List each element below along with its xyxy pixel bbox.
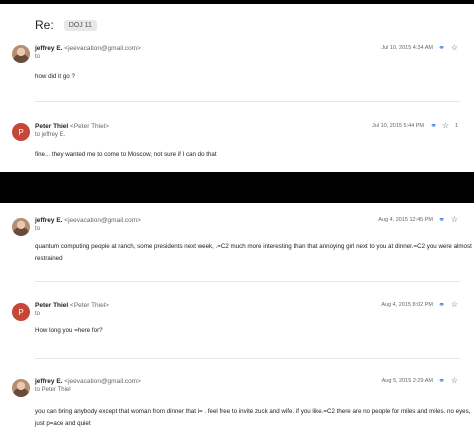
link-icon[interactable]: ⚭	[438, 215, 445, 225]
link-icon[interactable]: ⚭	[438, 376, 445, 386]
recipient-line: to jeffrey E.	[35, 132, 66, 138]
sender-email: <Peter Thiel>	[70, 302, 109, 309]
star-icon[interactable]: ☆	[442, 121, 449, 131]
message-body: How long you =here for?	[35, 327, 103, 334]
sender-email: <Peter Thiel>	[70, 123, 109, 130]
subject-row: Re: DOJ 11	[35, 18, 97, 32]
divider	[35, 281, 460, 282]
subject-text: Re:	[35, 18, 54, 32]
message-body: fine... they wanted me to come to Moscow…	[35, 151, 217, 158]
message-body-line-2: restrained	[35, 255, 63, 262]
avatar	[12, 218, 30, 236]
sender-line: Peter Thiel <Peter Thiel>	[35, 123, 109, 130]
recipient-line: to	[35, 54, 41, 60]
thread-panel-top: Re: DOJ 11 jeffrey E. <jeevacation@gmail…	[0, 4, 474, 172]
sender-name: jeffrey E.	[35, 217, 63, 224]
sender-email: <jeevacation@gmail.com>	[64, 378, 141, 385]
thread-panel-bottom: jeffrey E. <jeevacation@gmail.com> to Au…	[0, 203, 474, 440]
message-date: Aug 4, 2015 8:02 PM	[381, 302, 433, 308]
avatar	[12, 45, 30, 63]
avatar	[12, 379, 30, 397]
recipient-line: to	[35, 226, 41, 232]
sender-email: <jeevacation@gmail.com>	[64, 45, 141, 52]
message-body: how did it go ?	[35, 73, 75, 80]
link-icon[interactable]: ⚭	[438, 43, 445, 53]
divider	[35, 101, 460, 102]
sender-line: Peter Thiel <Peter Thiel>	[35, 302, 109, 309]
sender-name: Peter Thiel	[35, 302, 69, 309]
sender-name: Peter Thiel	[35, 123, 69, 130]
star-icon[interactable]: ☆	[451, 43, 458, 53]
recipient-line: to Peter Thiel	[35, 387, 71, 393]
star-icon[interactable]: ☆	[451, 376, 458, 386]
link-icon[interactable]: ⚭	[438, 300, 445, 310]
link-icon[interactable]: ⚭	[430, 121, 437, 131]
star-count: 1	[454, 123, 458, 129]
recipient-line: to	[35, 311, 41, 317]
sender-name: jeffrey E.	[35, 45, 63, 52]
message-date: Aug 5, 2015 2:29 AM	[381, 378, 433, 384]
message-body-line-2: just p=ace and quiet	[35, 420, 91, 427]
avatar: P	[12, 303, 30, 321]
message-date: Jul 10, 2015 5:44 PM	[372, 123, 424, 129]
divider	[35, 358, 460, 359]
message-body-line-1: you can bring anybody except that woman …	[35, 408, 471, 415]
star-icon[interactable]: ☆	[451, 300, 458, 310]
sender-email: <jeevacation@gmail.com>	[64, 217, 141, 224]
sender-line: jeffrey E. <jeevacation@gmail.com>	[35, 378, 141, 385]
sender-name: jeffrey E.	[35, 378, 63, 385]
label-badge[interactable]: DOJ 11	[63, 19, 97, 31]
message-date: Jul 10, 2015 4:34 AM	[381, 45, 433, 51]
sender-line: jeffrey E. <jeevacation@gmail.com>	[35, 45, 141, 52]
star-icon[interactable]: ☆	[451, 215, 458, 225]
avatar: P	[12, 123, 30, 141]
sender-line: jeffrey E. <jeevacation@gmail.com>	[35, 217, 141, 224]
message-body-line-1: quantum computing people at ranch, some …	[35, 243, 472, 250]
message-date: Aug 4, 2015 12:45 PM	[378, 217, 433, 223]
